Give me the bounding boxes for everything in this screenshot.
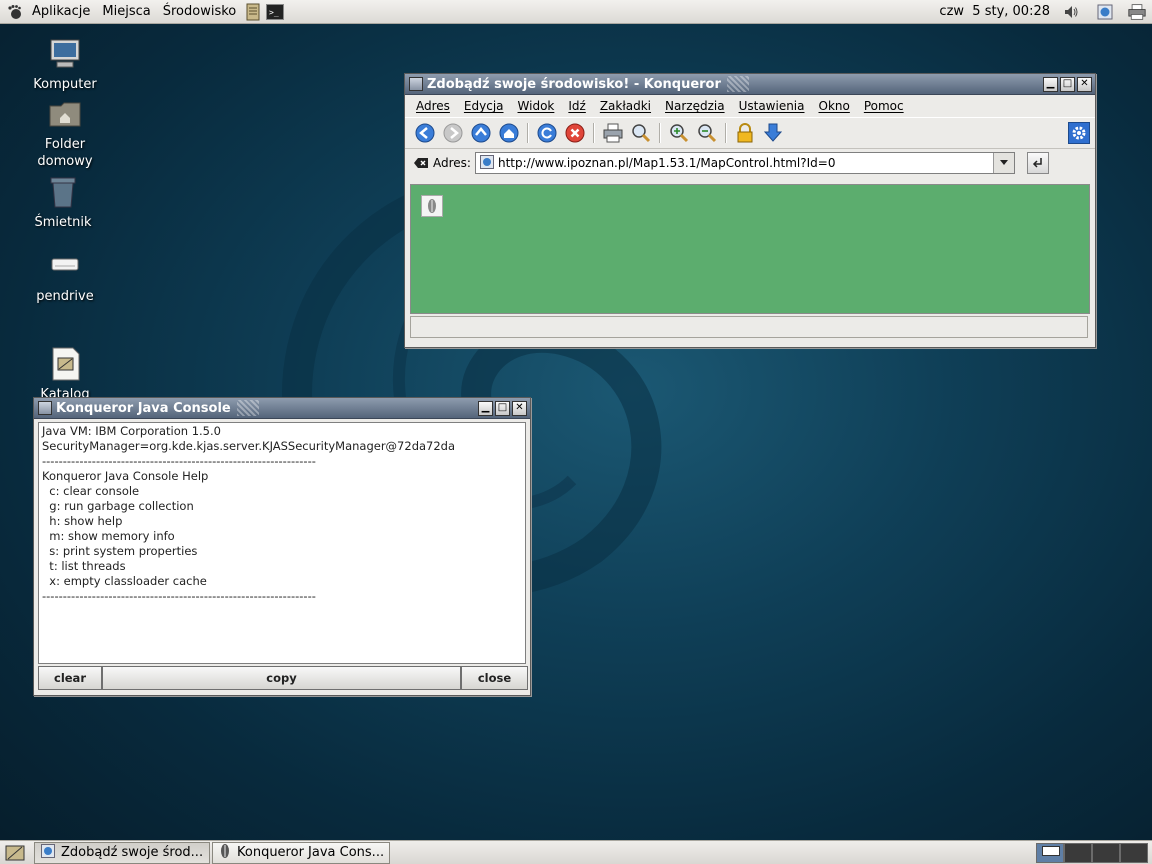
- svg-text:>_: >_: [269, 8, 279, 17]
- window-title: Konqueror Java Console: [56, 400, 231, 416]
- desktop-icon-computer[interactable]: Komputer: [20, 36, 110, 93]
- taskbar-item-label: Zdobądź swoje środ...: [61, 845, 204, 860]
- desktop-icon-label: Śmietnik: [34, 215, 92, 230]
- printer-icon[interactable]: [1128, 3, 1146, 21]
- volume-icon[interactable]: [1062, 3, 1080, 21]
- zoom-out-icon[interactable]: [695, 121, 719, 145]
- gnome-foot-icon[interactable]: [6, 3, 24, 21]
- desktop-icon-trash[interactable]: Śmietnik: [18, 174, 108, 231]
- workspace-2[interactable]: [1064, 842, 1092, 863]
- console-button-row: clear copy close: [38, 666, 528, 690]
- copy-button[interactable]: copy: [102, 666, 461, 690]
- menu-edycja[interactable]: Edycja: [457, 99, 511, 113]
- desktop-icon-home-folder[interactable]: Folder domowy: [20, 96, 110, 170]
- menu-zakladki[interactable]: Zakładki: [593, 99, 658, 113]
- console-output[interactable]: Java VM: IBM Corporation 1.5.0 SecurityM…: [38, 422, 526, 664]
- trash-icon: [45, 174, 81, 210]
- home-icon[interactable]: [497, 121, 521, 145]
- maximize-button[interactable]: □: [495, 400, 510, 416]
- java-console-window[interactable]: Konqueror Java Console ▁ □ ✕ Java VM: IB…: [33, 397, 531, 696]
- java-icon: [219, 843, 231, 863]
- page-view[interactable]: [410, 184, 1090, 314]
- desktop-icon-pendrive[interactable]: pendrive: [20, 248, 110, 305]
- menu-srodowisko[interactable]: Środowisko: [157, 4, 243, 19]
- konqueror-toolbar: [405, 117, 1095, 149]
- top-panel: Aplikacje Miejsca Środowisko >_ czw 5 st…: [0, 0, 1152, 24]
- java-console-titlebar[interactable]: Konqueror Java Console ▁ □ ✕: [34, 398, 530, 419]
- desktop-icon-catalog[interactable]: Katalog: [20, 346, 110, 403]
- titlebar-stripe: [236, 400, 259, 416]
- menu-pomoc[interactable]: Pomoc: [857, 99, 911, 113]
- workspace-switcher: [1036, 842, 1148, 863]
- konqueror-menubar: Adres Edycja Widok Idź Zakładki Narzędzi…: [405, 95, 1095, 117]
- find-icon[interactable]: [629, 121, 653, 145]
- clear-button[interactable]: clear: [38, 666, 102, 690]
- reload-icon[interactable]: [535, 121, 559, 145]
- close-button[interactable]: ✕: [1077, 76, 1092, 92]
- close-button[interactable]: ✕: [512, 400, 527, 416]
- kde-gear-icon[interactable]: [1067, 121, 1091, 145]
- taskbar-item-konqueror[interactable]: Zdobądź swoje środ...: [34, 841, 210, 864]
- url-dropdown-button[interactable]: [992, 153, 1014, 173]
- menu-miejsca[interactable]: Miejsca: [96, 4, 156, 19]
- toolbar-separator: [527, 123, 529, 143]
- browser-status-icon[interactable]: [1096, 3, 1114, 21]
- desktop-icon-label: Folder domowy: [37, 137, 93, 169]
- menu-widok[interactable]: Widok: [511, 99, 562, 113]
- zoom-in-icon[interactable]: [667, 121, 691, 145]
- download-icon[interactable]: [761, 121, 785, 145]
- desktop-icon-label: pendrive: [36, 289, 94, 304]
- site-favicon-icon: [479, 154, 494, 172]
- konqueror-titlebar[interactable]: Zdobądź swoje środowisko! - Konqueror ▁ …: [405, 74, 1095, 95]
- print-icon[interactable]: [601, 121, 625, 145]
- konqueror-window[interactable]: Zdobądź swoje środowisko! - Konqueror ▁ …: [404, 73, 1096, 348]
- show-desktop-icon[interactable]: [4, 843, 26, 863]
- minimize-button[interactable]: ▁: [1043, 76, 1058, 92]
- toolbar-separator: [659, 123, 661, 143]
- toolbar-separator: [593, 123, 595, 143]
- home-folder-icon: [47, 96, 83, 132]
- browser-icon: [41, 843, 55, 862]
- text-editor-icon[interactable]: [244, 3, 262, 21]
- toolbar-separator: [725, 123, 727, 143]
- catalog-icon: [47, 346, 83, 382]
- java-applet-icon[interactable]: [421, 195, 443, 217]
- stop-icon[interactable]: [563, 121, 587, 145]
- menu-aplikacje[interactable]: Aplikacje: [26, 4, 96, 19]
- workspace-1[interactable]: [1036, 842, 1064, 863]
- window-menu-icon[interactable]: [409, 77, 423, 91]
- url-field[interactable]: http://www.ipoznan.pl/Map1.53.1/MapContr…: [474, 152, 1015, 174]
- location-bar: Adres: http://www.ipoznan.pl/Map1.53.1/M…: [405, 149, 1095, 177]
- url-text: http://www.ipoznan.pl/Map1.53.1/MapContr…: [497, 156, 836, 170]
- close-console-button[interactable]: close: [461, 666, 528, 690]
- menu-narzedzia[interactable]: Narzędzia: [658, 99, 732, 113]
- window-title: Zdobądź swoje środowisko! - Konqueror: [427, 76, 721, 92]
- taskbar-item-java-console[interactable]: Konqueror Java Cons...: [212, 841, 390, 864]
- terminal-icon[interactable]: >_: [266, 3, 285, 21]
- maximize-button[interactable]: □: [1060, 76, 1075, 92]
- workspace-4[interactable]: [1120, 842, 1148, 863]
- desktop-icon-label: Komputer: [33, 77, 97, 92]
- menu-adres[interactable]: Adres: [409, 99, 457, 113]
- minimize-button[interactable]: ▁: [478, 400, 493, 416]
- clear-location-icon[interactable]: [413, 151, 429, 175]
- usb-drive-icon: [47, 248, 83, 284]
- forward-icon[interactable]: [441, 121, 465, 145]
- clock[interactable]: czw 5 sty, 00:28: [933, 4, 1056, 19]
- menu-idz[interactable]: Idź: [561, 99, 592, 113]
- status-bar: [410, 316, 1088, 338]
- taskbar-item-label: Konqueror Java Cons...: [237, 845, 385, 860]
- up-icon[interactable]: [469, 121, 493, 145]
- computer-icon: [47, 36, 83, 72]
- security-lock-icon[interactable]: [733, 121, 757, 145]
- window-menu-icon[interactable]: [38, 401, 52, 415]
- menu-ustawienia[interactable]: Ustawienia: [732, 99, 812, 113]
- workspace-3[interactable]: [1092, 842, 1120, 863]
- go-button[interactable]: [1026, 152, 1049, 174]
- bottom-panel: Zdobądź swoje środ... Konqueror Java Con…: [0, 840, 1152, 864]
- titlebar-stripe: [726, 76, 749, 92]
- location-label: Adres:: [433, 156, 471, 170]
- back-icon[interactable]: [413, 121, 437, 145]
- menu-okno[interactable]: Okno: [812, 99, 857, 113]
